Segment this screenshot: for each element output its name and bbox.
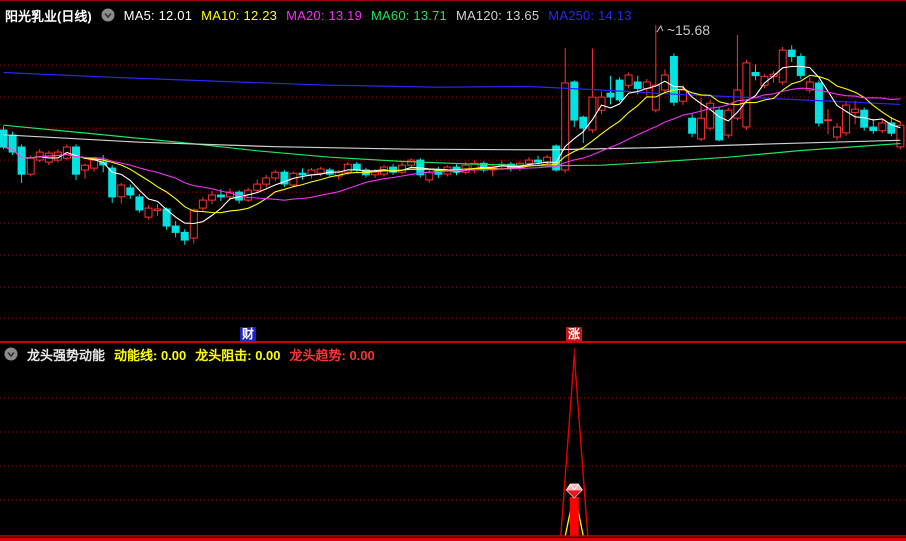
signal-bar <box>569 497 579 536</box>
event-tag-财[interactable]: 财 <box>240 327 256 342</box>
gem-icon <box>565 483 584 499</box>
max-price-annotation: ~15.68 <box>667 22 710 38</box>
candlestick-chart[interactable]: ~15.68 <box>0 20 906 336</box>
event-tag-涨[interactable]: 涨 <box>566 327 582 342</box>
window-top-border <box>0 0 906 1</box>
panel-divider-line <box>0 341 906 343</box>
indicator-chart[interactable] <box>0 346 906 538</box>
tdx-stock-chart-window: { "window": { "title": "阳光乳业(日线)" }, "le… <box>0 0 906 541</box>
